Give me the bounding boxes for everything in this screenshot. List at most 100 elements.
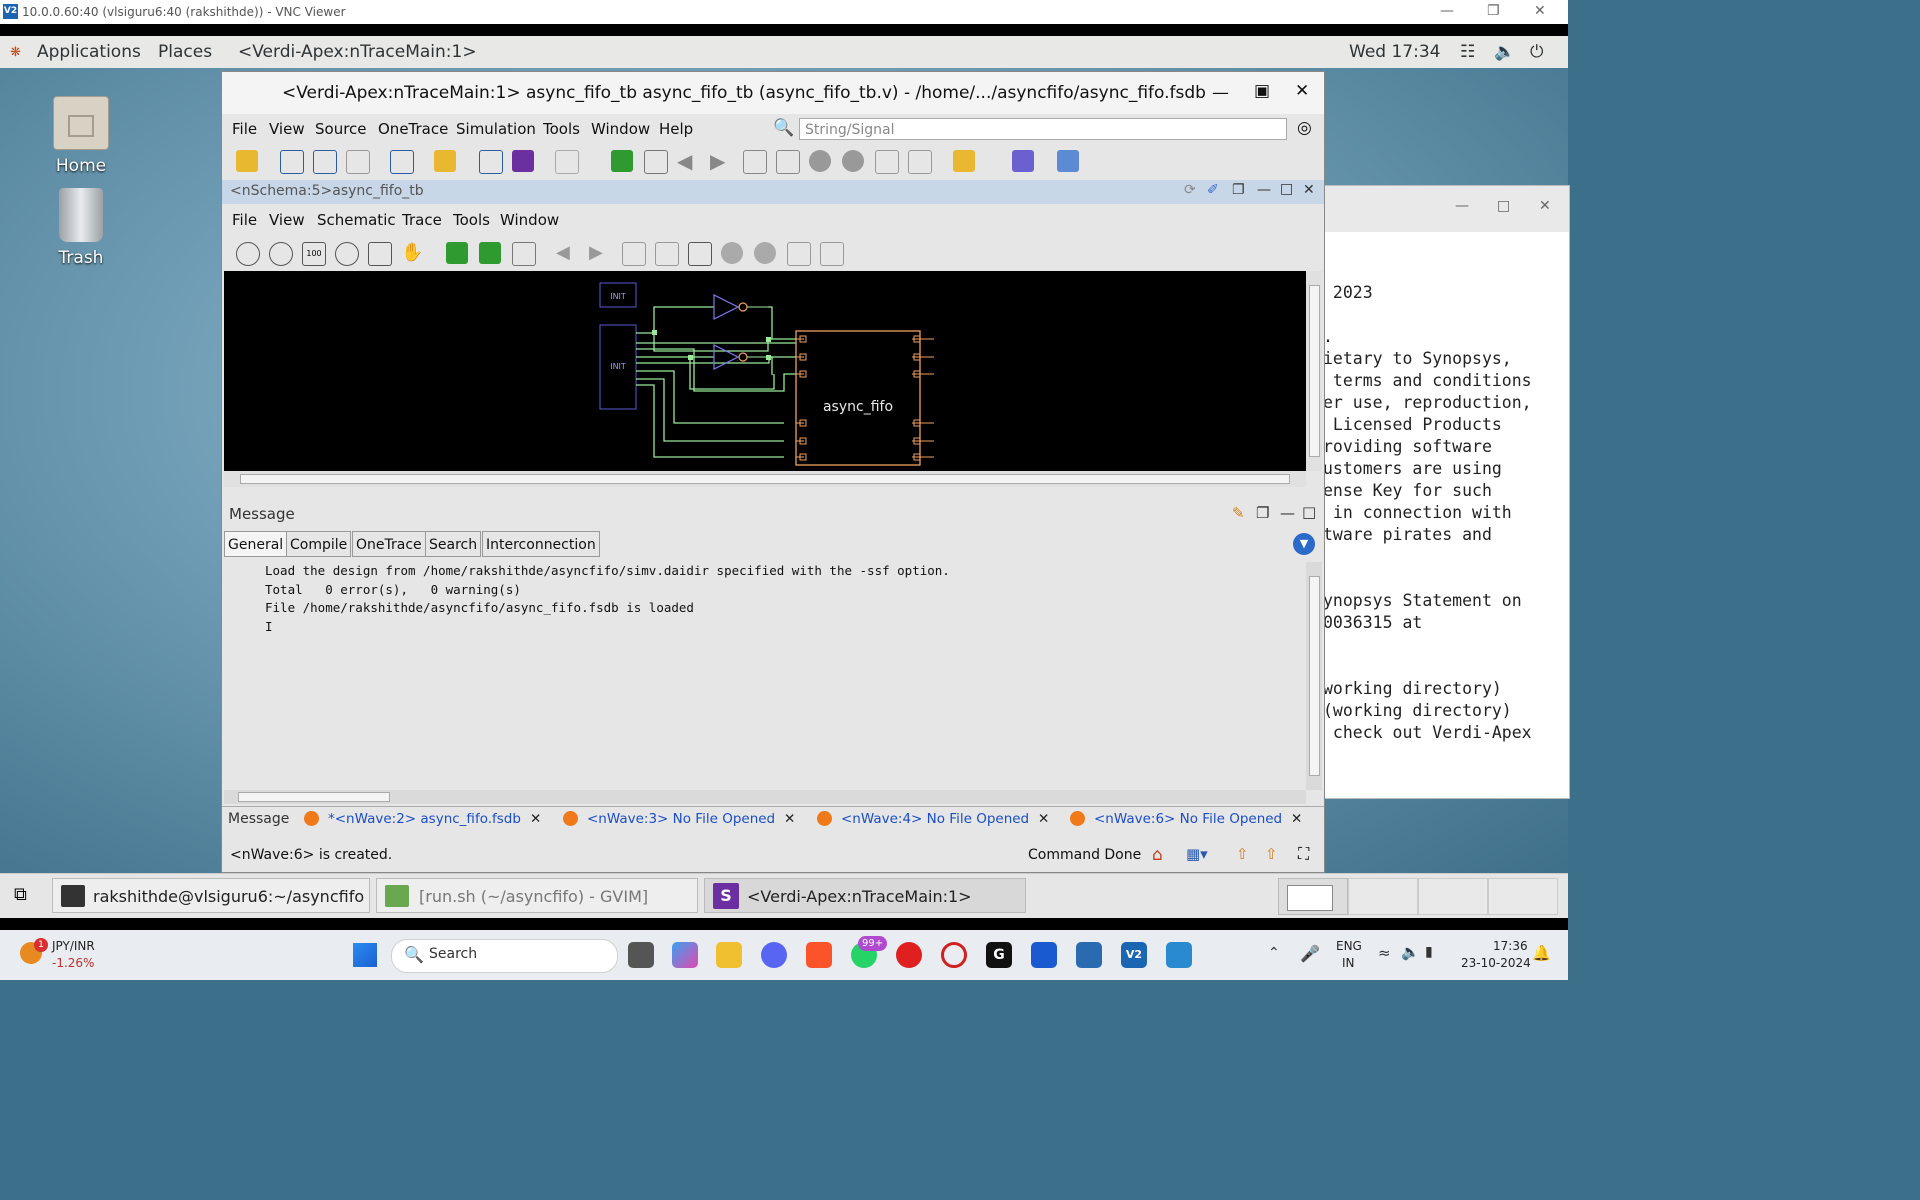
up-icon[interactable]	[809, 150, 831, 172]
maximize-icon[interactable]: □	[1302, 503, 1316, 521]
minimize-icon[interactable]: —	[1280, 504, 1295, 522]
state-icon[interactable]	[390, 150, 414, 174]
search-icon[interactable]: 🔍	[773, 118, 794, 138]
applications-menu[interactable]: Applications	[37, 42, 141, 62]
back-trace-icon[interactable]	[446, 242, 468, 264]
schem-menu-trace[interactable]: Trace	[402, 211, 442, 229]
workspace-4[interactable]	[1488, 878, 1558, 915]
schematic-vertical-scrollbar[interactable]	[1306, 271, 1322, 471]
signal-search-input[interactable]: String/Signal	[799, 118, 1287, 140]
close-icon[interactable]: ✕	[1291, 811, 1302, 827]
trace-down-icon[interactable]	[644, 150, 668, 174]
tab-general[interactable]: General	[224, 531, 288, 557]
task-verdi[interactable]: S <Verdi-Apex:nTraceMain:1> async_fi...	[704, 878, 1026, 941]
undock-icon[interactable]: ❐	[1256, 504, 1269, 522]
copilot-icon[interactable]	[672, 942, 698, 968]
wifi-icon[interactable]: ≈	[1378, 944, 1391, 962]
editor-icon[interactable]	[512, 150, 534, 172]
close-icon[interactable]: ✕	[1038, 811, 1049, 827]
network-icon[interactable]: ☷	[1460, 42, 1475, 62]
close-icon[interactable]: ✕	[1295, 81, 1309, 101]
discord-icon[interactable]	[761, 942, 787, 968]
async-fifo-block[interactable]	[795, 330, 921, 466]
close-icon[interactable]: ✕	[1534, 3, 1546, 19]
tab-nwave-6[interactable]: <nWave:6> No File Opened ✕	[1070, 811, 1302, 827]
undock-icon[interactable]: ❐	[1232, 182, 1245, 198]
notepad-icon[interactable]	[1166, 942, 1192, 968]
scroll-thumb[interactable]	[240, 474, 1290, 484]
workspace-3[interactable]	[1418, 878, 1488, 915]
zoom-fit-icon[interactable]	[335, 242, 359, 266]
g-app-icon[interactable]: G	[986, 942, 1012, 968]
task-view-icon[interactable]	[628, 942, 654, 968]
message-text-area[interactable]: Load the design from /home/rakshithde/as…	[224, 562, 1306, 790]
down-icon[interactable]	[754, 242, 776, 264]
tab-search[interactable]: Search	[425, 531, 482, 557]
home-icon[interactable]: ⌂	[1152, 845, 1163, 865]
target-icon[interactable]: ◎	[1297, 118, 1312, 138]
menu-simulation[interactable]: Simulation	[456, 120, 536, 138]
pin-icon[interactable]: ✐	[1207, 182, 1219, 198]
browse-icon[interactable]	[434, 150, 456, 172]
restore-icon[interactable]: ❐	[1487, 3, 1500, 19]
layout-icon[interactable]: ▦▾	[1186, 845, 1208, 863]
expand-icon[interactable]	[875, 150, 899, 174]
tab-compile[interactable]: Compile	[286, 531, 352, 557]
schem-menu-schematic[interactable]: Schematic	[317, 211, 396, 229]
apps-icon[interactable]	[1012, 150, 1034, 172]
power-icon[interactable]: ⏻	[1530, 42, 1543, 62]
schematic-icon[interactable]	[313, 150, 337, 174]
fullscreen-icon[interactable]: ⛶	[1298, 844, 1309, 864]
up-hierarchy-icon[interactable]: ⇧	[1236, 845, 1249, 863]
language-label[interactable]: ENG	[1336, 939, 1362, 953]
notification-bell-icon[interactable]: 🔔	[1532, 944, 1551, 962]
top-hierarchy-icon[interactable]: ⇧	[1265, 845, 1278, 863]
menu-file[interactable]: File	[232, 120, 257, 138]
menu-help[interactable]: Help	[659, 120, 693, 138]
schematic-drawing[interactable]: INIT INIT async_fifo	[224, 271, 1306, 471]
menu-source[interactable]: Source	[315, 120, 367, 138]
nschema-title-bar[interactable]: <nSchema:5>async_fifo_tb ⟳ ✐ ❐ — □ ✕	[222, 180, 1324, 204]
minimize-icon[interactable]: —	[1455, 198, 1469, 214]
assistant-icon[interactable]	[1057, 150, 1079, 172]
driver-icon[interactable]	[743, 150, 767, 174]
zoom-in-icon[interactable]	[269, 242, 293, 266]
minimize-icon[interactable]: —	[1440, 3, 1454, 19]
schem-menu-tools[interactable]: Tools	[453, 211, 490, 229]
workspace-1[interactable]	[1278, 878, 1348, 915]
terminal-text[interactable]: 2023 . ietary to Synopsys, terms and con…	[1323, 282, 1532, 744]
schem-menu-file[interactable]: File	[232, 211, 257, 229]
message-horizontal-scrollbar[interactable]	[224, 790, 1306, 804]
taskbar-time[interactable]: 17:36	[1493, 939, 1528, 953]
task-terminal[interactable]: rakshithde@vlsiguru6:~/asyncfifo	[52, 878, 370, 913]
menu-view[interactable]: View	[269, 120, 305, 138]
bookmark-icon[interactable]	[953, 150, 975, 172]
up-icon[interactable]	[721, 242, 743, 264]
desktop-icon-home[interactable]: Home	[31, 96, 131, 176]
clear-icon[interactable]: ✎	[1232, 504, 1245, 522]
places-menu[interactable]: Places	[158, 42, 212, 62]
volume-icon[interactable]: 🔈	[1401, 943, 1420, 961]
waveform-icon[interactable]	[280, 150, 304, 174]
scroll-thumb[interactable]	[1309, 285, 1320, 457]
workspace-2[interactable]	[1348, 878, 1418, 915]
opera-icon[interactable]	[941, 942, 967, 968]
message-vertical-scrollbar[interactable]	[1306, 562, 1322, 790]
open-folder-icon[interactable]	[236, 150, 258, 172]
maximize-icon[interactable]: □	[1280, 181, 1293, 197]
tab-nwave-4[interactable]: <nWave:4> No File Opened ✕	[817, 811, 1049, 827]
down-icon[interactable]	[842, 150, 864, 172]
inverter-gate[interactable]	[713, 294, 748, 370]
remote-desktop-icon[interactable]	[1076, 942, 1102, 968]
security-icon[interactable]	[1031, 942, 1057, 968]
tab-message[interactable]: Message	[228, 811, 289, 827]
minimize-icon[interactable]: —	[1212, 83, 1229, 103]
desktop-icon-trash[interactable]: Trash	[31, 188, 131, 268]
task-gvim[interactable]: [run.sh (~/asyncfifo) - GVIM]	[376, 878, 698, 913]
verdi-title-bar[interactable]: <Verdi-Apex:nTraceMain:1> async_fifo_tb …	[222, 72, 1324, 114]
back-icon[interactable]: ◀	[677, 150, 699, 172]
schematic-canvas[interactable]: INIT INIT async_fifo	[224, 271, 1306, 471]
close-icon[interactable]: ✕	[530, 811, 541, 827]
verdi-main-window[interactable]: <Verdi-Apex:nTraceMain:1> async_fifo_tb …	[221, 71, 1325, 873]
youtube-icon[interactable]	[896, 942, 922, 968]
